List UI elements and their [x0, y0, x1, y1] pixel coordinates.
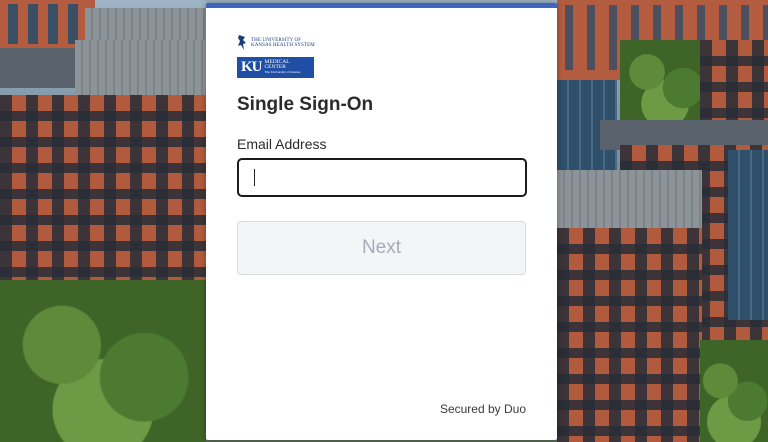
ku-medical-center-logo: KU MEDICAL CENTER The University of Kans… [237, 57, 314, 78]
jayhawk-icon [238, 35, 246, 50]
organization-logo: THE UNIVERSITY OF KANSAS HEALTH SYSTEM K… [237, 34, 315, 78]
institution-line2: KANSAS HEALTH SYSTEM [251, 42, 315, 48]
page-title: Single Sign-On [237, 94, 374, 115]
bg-building-right [557, 228, 702, 442]
secured-by-duo: Secured by Duo [439, 402, 526, 416]
email-field[interactable] [237, 158, 527, 197]
health-system-name: THE UNIVERSITY OF KANSAS HEALTH SYSTEM [251, 38, 315, 48]
bg-glass-facade [728, 150, 768, 320]
text-cursor [254, 169, 255, 186]
login-card: THE UNIVERSITY OF KANSAS HEALTH SYSTEM K… [206, 3, 557, 440]
bg-tree [620, 40, 710, 120]
bg-roof [557, 170, 702, 230]
medical-center-text: MEDICAL CENTER The University of Kansas [264, 59, 301, 75]
bg-trees-right [700, 340, 768, 442]
bg-building-windows [8, 4, 88, 44]
health-system-logo: THE UNIVERSITY OF KANSAS HEALTH SYSTEM [237, 34, 315, 51]
ku-letters: KU [241, 59, 262, 75]
university-line: The University of Kansas [264, 70, 301, 74]
email-label: Email Address [237, 136, 327, 152]
next-button[interactable]: Next [237, 221, 526, 275]
bg-trees-left [0, 280, 206, 442]
